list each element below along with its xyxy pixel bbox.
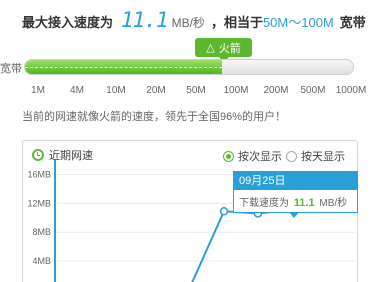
data-point[interactable]: [219, 207, 229, 216]
y-tick-label: 8MB: [32, 227, 51, 237]
tooltip-value: 11.1: [293, 197, 315, 209]
y-tick-label: 16MB: [27, 169, 51, 179]
y-tick-label: 4MB: [32, 256, 51, 266]
tooltip-label: 下载速度为: [239, 198, 289, 209]
speed-line-chart: 16MB 12MB 8MB 4MB: [27, 160, 355, 282]
speed-tooltip: 09月25日 下载速度为 11.1 MB/秒: [233, 171, 358, 218]
y-tick-label: 12MB: [27, 198, 51, 208]
tooltip-date: 09月25日: [234, 172, 357, 190]
tooltip-body: 下载速度为 11.1 MB/秒: [234, 190, 357, 209]
speed-series-line: [191, 208, 293, 282]
tooltip-unit: MB/秒: [319, 198, 348, 209]
